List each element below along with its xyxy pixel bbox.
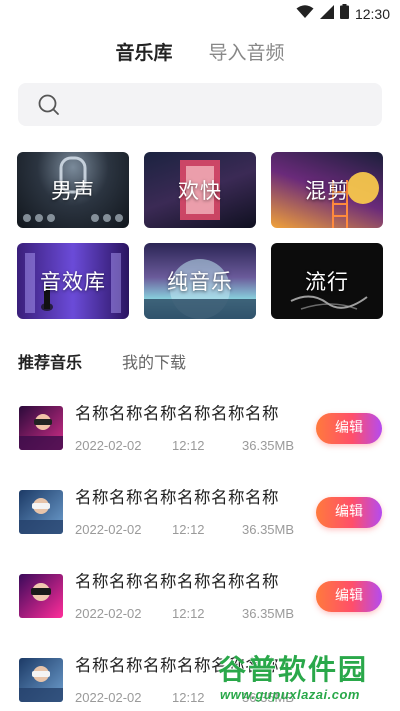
- list-item[interactable]: 名称名称名称名称名称名称 2022-02-02 12:12 36.35MB 编辑: [0, 558, 400, 642]
- song-title: 名称名称名称名称名称名称: [75, 572, 279, 591]
- status-bar: 12:30: [0, 0, 400, 28]
- status-icons: 12:30: [296, 4, 390, 23]
- signal-icon: [319, 4, 334, 23]
- song-title: 名称名称名称名称名称名称: [75, 404, 279, 423]
- song-time: 12:12: [172, 522, 205, 537]
- tab-music-library[interactable]: 音乐库: [115, 38, 172, 68]
- wifi-icon: [296, 4, 314, 23]
- category-tile-pure-music[interactable]: 纯音乐: [144, 243, 256, 319]
- category-label: 混剪: [305, 179, 349, 203]
- top-tabs: 音乐库 导入音频: [0, 38, 400, 68]
- edit-button[interactable]: 编辑: [316, 413, 382, 444]
- category-label: 音效库: [40, 270, 106, 294]
- category-tile-sound-effects[interactable]: 音效库: [17, 243, 129, 319]
- category-tile-remix[interactable]: 混剪: [271, 152, 383, 228]
- edit-button[interactable]: 编辑: [316, 581, 382, 612]
- category-label: 流行: [305, 270, 349, 294]
- song-thumbnail: [19, 574, 63, 618]
- song-size: 36.35MB: [242, 522, 295, 537]
- song-date: 2022-02-02: [75, 690, 142, 705]
- song-time: 12:12: [172, 690, 205, 705]
- search-input[interactable]: [18, 83, 382, 126]
- category-tile-male-vocal[interactable]: 男声: [17, 152, 129, 228]
- category-tile-pop[interactable]: 流行: [271, 243, 383, 319]
- search-icon: [38, 94, 60, 120]
- song-time: 12:12: [172, 606, 205, 621]
- watermark-title: 谷普软件园: [218, 653, 369, 686]
- song-date: 2022-02-02: [75, 438, 142, 453]
- song-size: 36.35MB: [242, 438, 295, 453]
- song-time: 12:12: [172, 438, 205, 453]
- tab-my-downloads[interactable]: 我的下载: [122, 352, 186, 374]
- song-thumbnail: [19, 490, 63, 534]
- tab-recommended-music[interactable]: 推荐音乐: [18, 352, 82, 374]
- category-label: 纯音乐: [167, 270, 233, 294]
- category-label: 男声: [51, 179, 95, 203]
- song-date: 2022-02-02: [75, 606, 142, 621]
- song-thumbnail: [19, 658, 63, 702]
- battery-icon: [339, 4, 349, 23]
- edit-button[interactable]: 编辑: [316, 497, 382, 528]
- sub-tabs: 推荐音乐 我的下载: [18, 352, 186, 374]
- category-tile-cheerful[interactable]: 欢快: [144, 152, 256, 228]
- song-size: 36.35MB: [242, 606, 295, 621]
- list-item[interactable]: 名称名称名称名称名称名称 2022-02-02 12:12 36.35MB 编辑: [0, 474, 400, 558]
- song-title: 名称名称名称名称名称名称: [75, 488, 279, 507]
- watermark: 谷普软件园 www.gupuxlazai.com: [218, 648, 398, 708]
- status-time: 12:30: [354, 5, 390, 22]
- song-date: 2022-02-02: [75, 522, 142, 537]
- song-thumbnail: [19, 406, 63, 450]
- list-item[interactable]: 名称名称名称名称名称名称 2022-02-02 12:12 36.35MB 编辑: [0, 390, 400, 474]
- watermark-url: www.gupuxlazai.com: [220, 687, 360, 702]
- category-label: 欢快: [178, 179, 222, 203]
- tab-import-audio[interactable]: 导入音频: [209, 38, 285, 68]
